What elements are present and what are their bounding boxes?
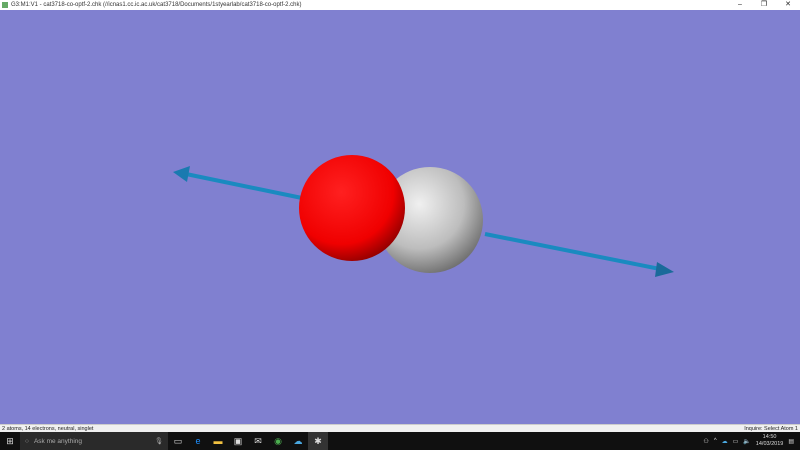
close-button[interactable]: ✕ xyxy=(776,0,800,10)
cortana-icon: ○ xyxy=(25,437,29,445)
onedrive-icon[interactable]: ☁ xyxy=(722,438,728,445)
minimize-button[interactable]: – xyxy=(728,0,752,10)
status-mode: Inquire: Select Atom 1 xyxy=(744,425,798,432)
windows-start-icon[interactable]: ⊞ xyxy=(0,432,20,450)
volume-icon[interactable]: 🔈 xyxy=(743,438,750,445)
app-icon xyxy=(2,2,8,8)
chrome-icon[interactable]: ◉ xyxy=(268,432,288,450)
people-icon[interactable]: ⚇ xyxy=(703,438,708,445)
edge-icon[interactable]: e xyxy=(188,432,208,450)
task-view-icon[interactable]: ▭ xyxy=(168,432,188,450)
notifications-icon[interactable]: ▤ xyxy=(788,438,794,445)
date: 14/03/2019 xyxy=(755,441,784,447)
search-placeholder: Ask me anything xyxy=(33,437,82,445)
store-icon[interactable]: ▣ xyxy=(228,432,248,450)
file-explorer-icon[interactable]: ▬ xyxy=(208,432,228,450)
dipole-arrow-left xyxy=(173,166,303,200)
clock[interactable]: 14:50 14/03/2019 xyxy=(756,434,784,448)
network-icon[interactable]: ▭ xyxy=(733,438,739,445)
gaussview-icon[interactable]: ✱ xyxy=(308,432,328,450)
time: 14:50 xyxy=(762,434,777,440)
system-tray: ⚇ ^ ☁ ▭ 🔈 14:50 14/03/2019 ▤ xyxy=(703,434,800,448)
oxygen-atom[interactable] xyxy=(299,155,405,261)
search-box[interactable]: ○ Ask me anything 🎙 xyxy=(20,432,168,450)
onedrive-app-icon[interactable]: ☁ xyxy=(288,432,308,450)
chevron-up-icon[interactable]: ^ xyxy=(714,438,717,444)
status-molecule-info: 2 atoms, 14 electrons, neutral, singlet xyxy=(2,425,94,432)
taskbar: ⊞ ○ Ask me anything 🎙 ▭ e ▬ ▣ ✉ ◉ ☁ ✱ ⚇ … xyxy=(0,432,800,450)
title-bar: G3:M1:V1 - cat3718-co-optf-2.chk (//icna… xyxy=(0,0,800,10)
mail-icon[interactable]: ✉ xyxy=(248,432,268,450)
molecule-viewport[interactable] xyxy=(0,10,800,424)
microphone-icon[interactable]: 🎙 xyxy=(155,437,163,445)
maximize-button[interactable]: ❐ xyxy=(752,0,776,10)
status-bar: 2 atoms, 14 electrons, neutral, singlet … xyxy=(0,424,800,432)
window-title: G3:M1:V1 - cat3718-co-optf-2.chk (//icna… xyxy=(11,2,302,8)
dipole-arrow-right xyxy=(484,232,674,277)
